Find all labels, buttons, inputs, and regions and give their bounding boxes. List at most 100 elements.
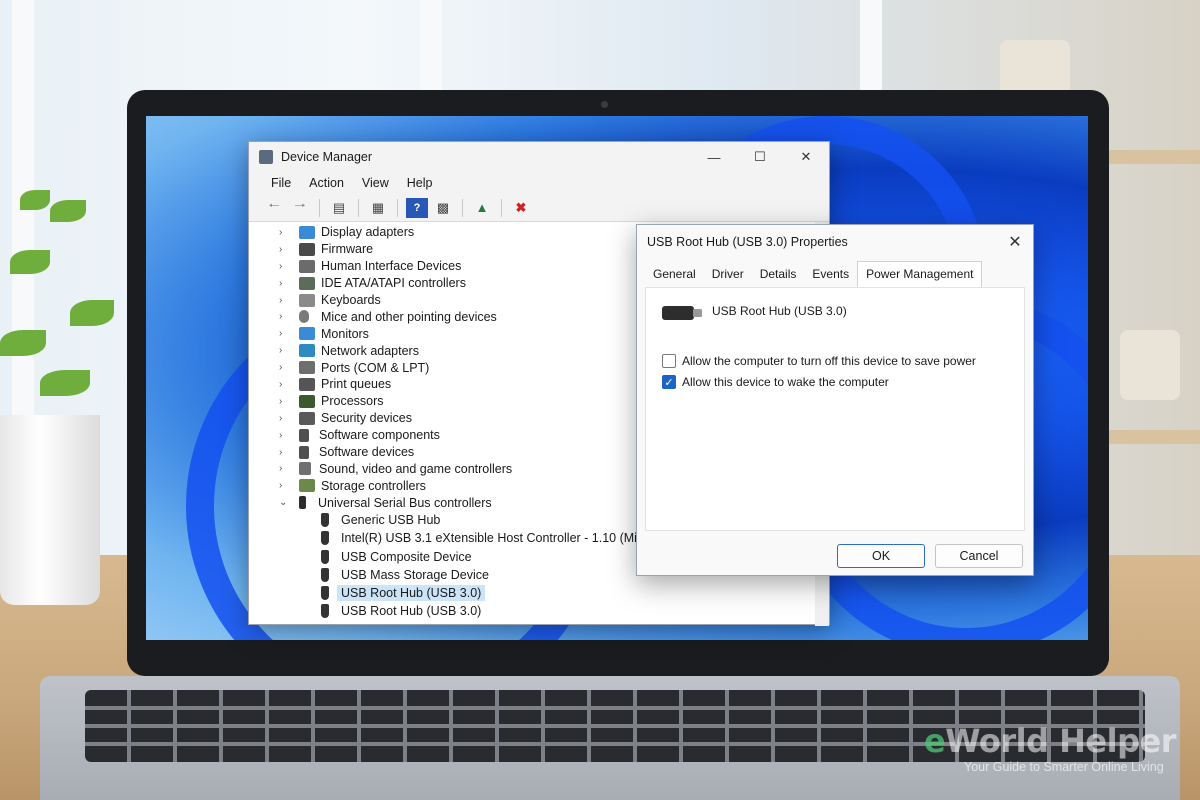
tree-device-label: USB Root Hub (USB 3.0) (341, 604, 482, 619)
plant-leaf (0, 330, 46, 356)
tree-category-label: Network adapters (321, 343, 419, 358)
tab-events[interactable]: Events (804, 262, 857, 287)
toolbar-separator (319, 198, 320, 217)
forward-arrow-icon[interactable]: 🠒 (289, 198, 311, 218)
close-button[interactable]: ✕ (783, 142, 829, 172)
chevron-right-icon[interactable]: › (279, 295, 291, 306)
software-device-icon (299, 445, 309, 459)
plant-leaf (40, 370, 90, 396)
chevron-right-icon[interactable]: › (279, 430, 291, 441)
chevron-right-icon[interactable]: › (279, 463, 291, 474)
ok-button[interactable]: OK (837, 544, 925, 568)
power-save-label: Allow the computer to turn off this devi… (682, 354, 976, 368)
chevron-right-icon[interactable]: › (279, 345, 291, 356)
show-hidden-icon[interactable]: ▩ (432, 198, 454, 218)
processor-icon (299, 394, 315, 408)
chevron-down-icon[interactable]: ⌄ (279, 497, 291, 508)
menu-help[interactable]: Help (399, 174, 441, 192)
software-component-icon (299, 428, 309, 442)
security-device-icon (299, 411, 315, 425)
uninstall-device-icon[interactable]: ✖ (510, 198, 532, 218)
device-manager-titlebar[interactable]: Device Manager — ☐ ✕ (249, 142, 829, 172)
watermark-tagline: Your Guide to Smarter Online Living (964, 760, 1164, 774)
chevron-right-icon[interactable]: › (279, 227, 291, 238)
tab-power-management[interactable]: Power Management (857, 261, 983, 287)
minimize-button[interactable]: — (691, 142, 737, 172)
chevron-right-icon[interactable]: › (279, 311, 291, 322)
display-adapter-icon (299, 225, 315, 239)
properties-dialog: USB Root Hub (USB 3.0) Properties ✕ Gene… (636, 224, 1034, 576)
update-driver-icon[interactable]: ▦ (367, 198, 389, 218)
wake-label: Allow this device to wake the computer (682, 375, 889, 389)
menu-bar: File Action View Help (249, 172, 829, 194)
tree-category-label: Monitors (321, 326, 369, 341)
usb-device-icon (321, 604, 329, 619)
keyboard-row (85, 706, 1145, 710)
scan-hardware-icon[interactable]: ▲ (471, 198, 493, 218)
tree-category-label: Software components (319, 428, 440, 443)
storage-controller-icon (299, 479, 315, 493)
chevron-right-icon[interactable]: › (279, 480, 291, 491)
tree-device-label: USB Mass Storage Device (341, 567, 489, 582)
menu-action[interactable]: Action (301, 174, 352, 192)
chevron-right-icon[interactable]: › (279, 261, 291, 272)
properties-titlebar[interactable]: USB Root Hub (USB 3.0) Properties ✕ (637, 225, 1033, 259)
port-icon (299, 361, 315, 375)
keyboard-icon (299, 293, 315, 307)
tree-device-row-selected[interactable]: USB Root Hub (USB 3.0) (249, 584, 831, 602)
chevron-right-icon[interactable]: › (279, 379, 291, 390)
chevron-right-icon[interactable]: › (279, 396, 291, 407)
speaker-icon (299, 462, 311, 476)
tab-driver[interactable]: Driver (704, 262, 752, 287)
tree-category-label: Ports (COM & LPT) (321, 360, 430, 375)
watermark-logo: eWorld Helper (924, 722, 1176, 760)
cancel-button[interactable]: Cancel (935, 544, 1023, 568)
window-frame (12, 0, 34, 470)
menu-file[interactable]: File (263, 174, 299, 192)
tree-category-label: Security devices (321, 411, 413, 426)
plant-leaf (20, 190, 50, 210)
wake-option[interactable]: ✓ Allow this device to wake the computer (662, 375, 889, 389)
chevron-right-icon[interactable]: › (279, 244, 291, 255)
back-arrow-icon[interactable]: 🠐 (263, 198, 285, 218)
properties-icon[interactable]: ▤ (328, 198, 350, 218)
usb-icon (299, 496, 306, 510)
tab-general[interactable]: General (645, 262, 704, 287)
chevron-right-icon[interactable]: › (279, 362, 291, 373)
monitor-icon (299, 327, 315, 341)
ide-controller-icon (299, 276, 315, 290)
power-save-checkbox[interactable] (662, 354, 676, 368)
laptop-chin (127, 640, 1109, 676)
tree-category-label: Software devices (319, 445, 415, 460)
tab-details[interactable]: Details (752, 262, 805, 287)
plant-leaf (70, 300, 114, 326)
device-name: USB Root Hub (USB 3.0) (712, 304, 847, 318)
chevron-right-icon[interactable]: › (279, 328, 291, 339)
maximize-button[interactable]: ☐ (737, 142, 783, 172)
help-icon[interactable]: ? (406, 197, 428, 218)
usb-device-icon (321, 585, 329, 600)
device-manager-app-icon (259, 150, 273, 164)
chevron-right-icon[interactable]: › (279, 413, 291, 424)
tree-device-row[interactable]: USB Root Hub (USB 3.0) (249, 602, 831, 620)
chevron-right-icon[interactable]: › (279, 447, 291, 458)
menu-view[interactable]: View (354, 174, 397, 192)
close-icon[interactable]: ✕ (997, 232, 1033, 252)
chevron-right-icon[interactable]: › (279, 278, 291, 289)
tree-category-label: Sound, video and game controllers (319, 461, 513, 476)
tree-category-label: Processors (321, 394, 384, 409)
wake-checkbox[interactable]: ✓ (662, 375, 676, 389)
plant-pot (0, 415, 100, 605)
tree-category-label: Human Interface Devices (321, 259, 462, 274)
firmware-icon (299, 242, 315, 256)
toolbar-separator (358, 198, 359, 217)
power-save-option[interactable]: Allow the computer to turn off this devi… (662, 354, 976, 368)
usb-device-icon (321, 531, 329, 546)
webcam-icon (601, 101, 608, 108)
usb-device-icon (321, 549, 329, 564)
tree-category-label: Keyboards (321, 293, 381, 307)
toolbar-separator (501, 198, 502, 217)
tree-category-label: IDE ATA/ATAPI controllers (321, 276, 466, 291)
tree-category-label: Universal Serial Bus controllers (318, 495, 492, 510)
mouse-icon (299, 310, 309, 324)
